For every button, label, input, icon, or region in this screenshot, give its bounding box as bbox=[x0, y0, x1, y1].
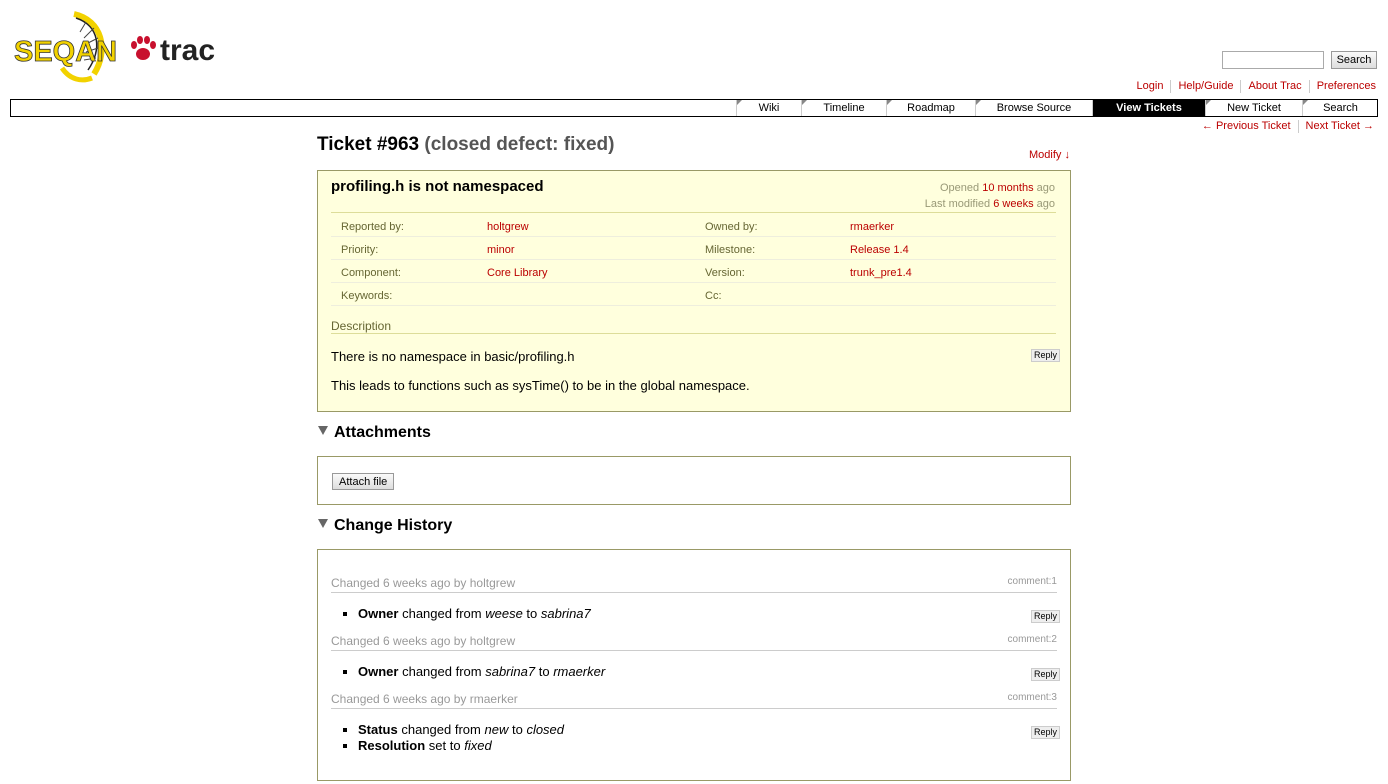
comment-link[interactable]: comment:1 bbox=[1008, 576, 1057, 587]
owned-by-value[interactable]: rmaerker bbox=[850, 221, 894, 233]
description-paragraph: This leads to functions such as sysTime(… bbox=[331, 378, 750, 393]
component-label: Component: bbox=[341, 267, 401, 279]
list-item: Status changed from new to closed bbox=[358, 722, 564, 738]
collapse-triangle-icon bbox=[318, 519, 328, 528]
next-ticket-link[interactable]: Next Ticket → bbox=[1306, 120, 1374, 132]
reported-by-value[interactable]: holtgrew bbox=[487, 221, 529, 233]
page-title: Ticket #963 (closed defect: fixed) bbox=[317, 134, 614, 156]
keywords-label: Keywords: bbox=[341, 290, 393, 302]
property-row: Keywords: Cc: bbox=[331, 283, 1056, 306]
change-header: Changed 6 weeks ago by rmaerker comment:… bbox=[331, 692, 1057, 709]
ticket-box: profiling.h is not namespaced Opened 10 … bbox=[317, 170, 1071, 412]
nav-new-ticket[interactable]: New Ticket bbox=[1205, 100, 1302, 116]
change-list: Owner changed from sabrina7 to rmaerker bbox=[343, 664, 605, 680]
description-label: Description bbox=[331, 319, 392, 333]
property-row: Component: Core Library Version: trunk_p… bbox=[331, 260, 1056, 283]
login-link[interactable]: Login bbox=[1137, 80, 1164, 92]
cc-label: Cc: bbox=[705, 290, 722, 302]
ticket-summary: profiling.h is not namespaced bbox=[331, 178, 544, 195]
list-item: Owner changed from sabrina7 to rmaerker bbox=[358, 664, 605, 680]
nav-roadmap[interactable]: Roadmap bbox=[886, 100, 975, 116]
change-list: Status changed from new to closed Resolu… bbox=[343, 722, 564, 754]
description-paragraph: There is no namespace in basic/profiling… bbox=[331, 349, 575, 364]
opened-suffix: ago bbox=[1036, 182, 1055, 194]
collapse-triangle-icon bbox=[318, 426, 328, 435]
milestone-value[interactable]: Release 1.4 bbox=[850, 244, 909, 256]
nav-view-tickets[interactable]: View Tickets bbox=[1092, 100, 1205, 116]
nav-wiki[interactable]: Wiki bbox=[736, 100, 801, 116]
opened-prefix: Opened bbox=[939, 182, 980, 194]
attachments-box: Attach file bbox=[317, 456, 1071, 505]
change-history-title: Change History bbox=[334, 517, 453, 534]
change-header: Changed 6 weeks ago by holtgrew comment:… bbox=[331, 634, 1057, 651]
attachments-title: Attachments bbox=[334, 424, 431, 441]
search-input[interactable] bbox=[1222, 51, 1324, 69]
attach-file-button[interactable]: Attach file bbox=[332, 473, 395, 490]
nav-timeline[interactable]: Timeline bbox=[801, 100, 886, 116]
nav-search[interactable]: Search bbox=[1302, 100, 1378, 116]
description-divider bbox=[331, 333, 1056, 334]
nav-browse-source[interactable]: Browse Source bbox=[975, 100, 1092, 116]
list-item: Owner changed from weese to sabrina7 bbox=[358, 606, 591, 622]
milestone-label: Milestone: bbox=[705, 244, 756, 256]
comment-link[interactable]: comment:3 bbox=[1008, 692, 1057, 703]
modified-link[interactable]: 6 weeks bbox=[993, 198, 1033, 210]
meta-navigation: Login Help/Guide About Trac Preferences bbox=[1130, 80, 1376, 93]
comment-reply-button[interactable]: Reply bbox=[1031, 726, 1061, 739]
list-item: Resolution set to fixed bbox=[358, 738, 564, 754]
priority-label: Priority: bbox=[341, 244, 379, 256]
preferences-link[interactable]: Preferences bbox=[1317, 80, 1376, 92]
attachments-header[interactable]: Attachments bbox=[318, 424, 431, 442]
version-value[interactable]: trunk_pre1.4 bbox=[850, 267, 912, 279]
context-navigation: ← Previous Ticket Next Ticket → bbox=[1195, 120, 1374, 133]
version-label: Version: bbox=[705, 267, 745, 279]
opened-link[interactable]: 10 months bbox=[982, 182, 1033, 194]
reported-by-label: Reported by: bbox=[341, 221, 404, 233]
logo-seqan-text: SEQAN bbox=[14, 36, 117, 68]
ticket-dates: Opened 10 months ago Last modified 6 wee… bbox=[925, 180, 1055, 212]
about-trac-link[interactable]: About Trac bbox=[1248, 80, 1301, 92]
logo-trac-text: trac bbox=[160, 34, 215, 67]
change-info: Changed 6 weeks ago by holtgrew bbox=[331, 576, 516, 590]
properties-divider bbox=[331, 212, 1056, 213]
ticket-status: (closed defect: fixed) bbox=[424, 134, 615, 155]
previous-ticket-link[interactable]: ← Previous Ticket bbox=[1202, 120, 1291, 132]
modified-suffix: ago bbox=[1036, 198, 1055, 210]
change-list: Owner changed from weese to sabrina7 bbox=[343, 606, 591, 622]
main-navigation: Wiki Timeline Roadmap Browse Source View… bbox=[10, 99, 1378, 117]
change-header: Changed 6 weeks ago by holtgrew comment:… bbox=[331, 576, 1057, 593]
component-value[interactable]: Core Library bbox=[487, 267, 548, 279]
site-logo[interactable]: SEQAN trac bbox=[14, 10, 226, 84]
comment-reply-button[interactable]: Reply bbox=[1031, 668, 1061, 681]
modified-prefix: Last modified bbox=[924, 198, 991, 210]
priority-value[interactable]: minor bbox=[487, 244, 515, 256]
ticket-number: Ticket #963 bbox=[317, 134, 420, 155]
change-info: Changed 6 weeks ago by holtgrew bbox=[331, 634, 516, 648]
change-history-box: Changed 6 weeks ago by holtgrew comment:… bbox=[317, 549, 1071, 781]
property-row: Reported by: holtgrew Owned by: rmaerker bbox=[331, 214, 1056, 237]
change-info: Changed 6 weeks ago by rmaerker bbox=[331, 692, 518, 706]
modify-link[interactable]: Modify ↓ bbox=[1029, 149, 1070, 161]
search-button[interactable]: Search bbox=[1331, 51, 1377, 69]
owned-by-label: Owned by: bbox=[705, 221, 758, 233]
change-history-header[interactable]: Change History bbox=[318, 517, 452, 535]
comment-link[interactable]: comment:2 bbox=[1008, 634, 1057, 645]
comment-reply-button[interactable]: Reply bbox=[1031, 610, 1061, 623]
description-reply-button[interactable]: Reply bbox=[1031, 349, 1061, 362]
help-guide-link[interactable]: Help/Guide bbox=[1178, 80, 1233, 92]
property-row: Priority: minor Milestone: Release 1.4 bbox=[331, 237, 1056, 260]
